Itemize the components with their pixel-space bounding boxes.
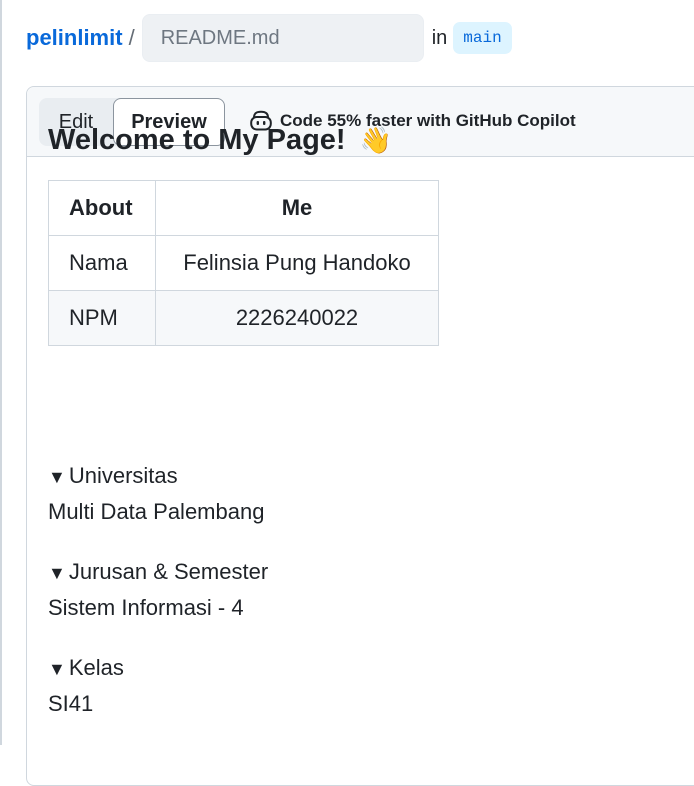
triangle-down-icon: ▼ [48,659,66,679]
details-summary[interactable]: ▼ Kelas [48,650,124,686]
filename-input[interactable]: README.md [141,14,424,62]
breadcrumb-separator: / [128,25,135,50]
branch-badge[interactable]: main [453,22,512,54]
table-row: Nama Felinsia Pung Handoko [48,235,439,291]
details-body: Sistem Informasi - 4 [48,595,244,620]
page-title: Welcome to My Page! 👋 [48,122,608,158]
table-cell: Nama [48,235,156,291]
breadcrumb: pelinlimit / README.md in main [26,14,512,62]
table-row: NPM 2226240022 [48,290,439,346]
triangle-down-icon: ▼ [48,467,66,487]
details-jurusan-semester: ▼ Jurusan & Semester Sistem Informasi - 4 [48,554,268,626]
details-summary[interactable]: ▼ Universitas [48,458,264,494]
table-cell: Felinsia Pung Handoko [155,235,439,291]
details-summary-label: Universitas [68,463,178,488]
waving-hand-icon: 👋 [359,125,393,155]
repo-link[interactable]: pelinlimit [26,25,123,51]
details-kelas: ▼ Kelas SI41 [48,650,124,722]
details-body: Multi Data Palembang [48,499,265,524]
details-summary[interactable]: ▼ Jurusan & Semester [48,554,268,590]
table-cell: NPM [48,290,156,346]
table-cell: 2226240022 [155,290,439,346]
details-summary-label: Jurusan & Semester [68,559,269,584]
details-body: SI41 [48,691,94,716]
about-table: About Me Nama Felinsia Pung Handoko NPM … [48,180,439,346]
table-header-cell: About [48,180,156,236]
details-universitas: ▼ Universitas Multi Data Palembang [48,458,264,530]
in-label: in [431,26,448,49]
table-header-row: About Me [48,180,439,236]
triangle-down-icon: ▼ [48,563,66,583]
left-border [0,0,2,745]
markdown-preview: Welcome to My Page! 👋 About Me Nama Feli… [48,122,608,716]
details-summary-label: Kelas [68,655,124,680]
page-title-text: Welcome to My Page! [48,124,346,156]
table-header-cell: Me [155,180,439,236]
